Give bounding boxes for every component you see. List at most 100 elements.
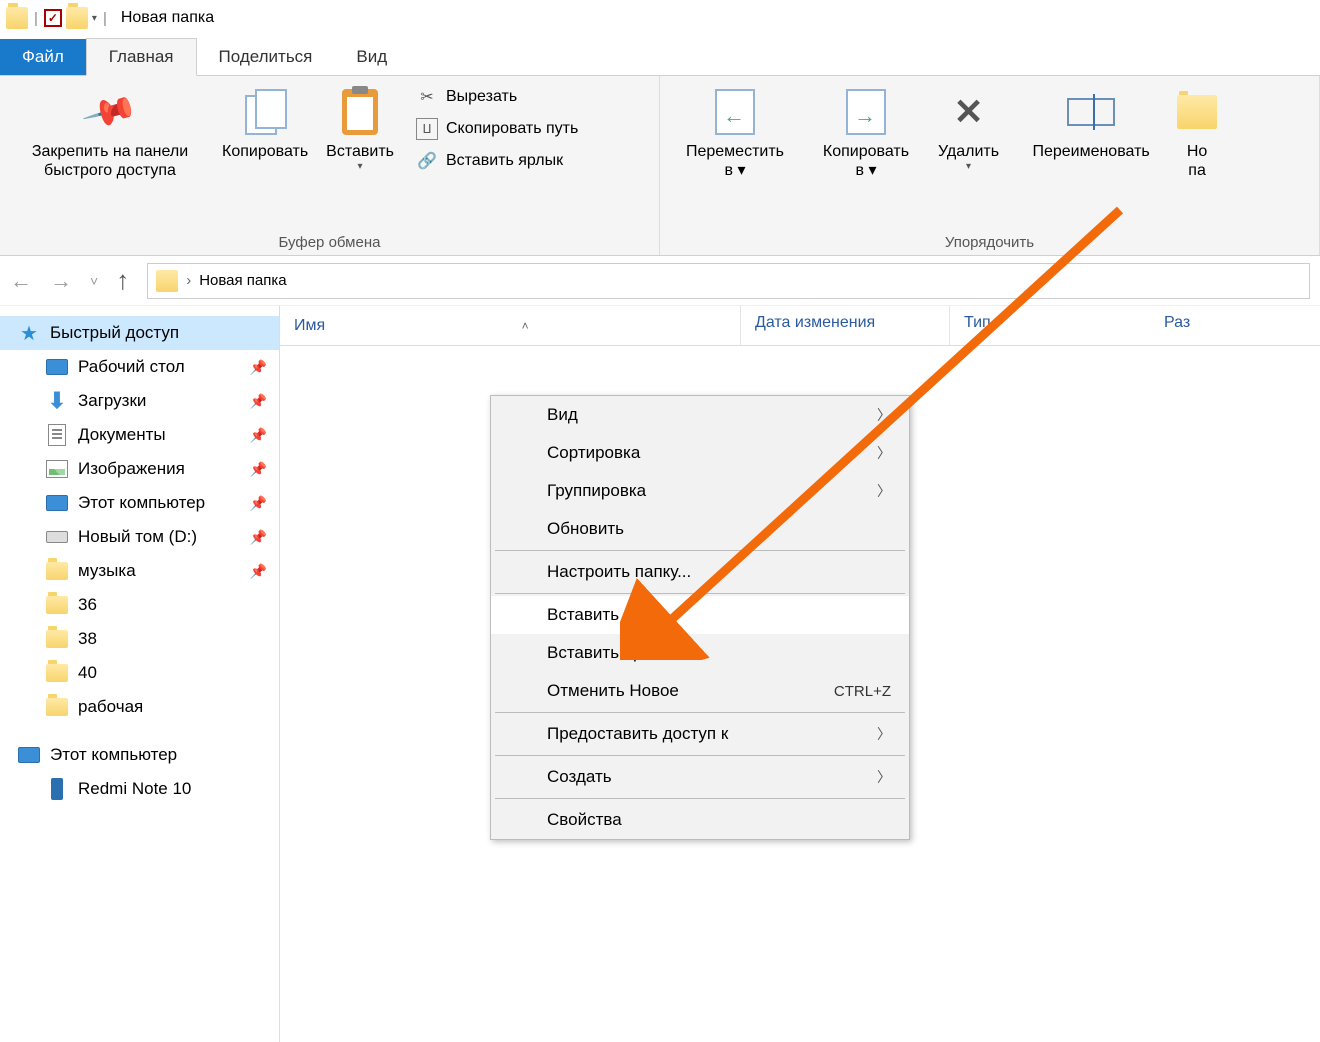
document-icon — [46, 424, 68, 446]
navigation-pane: ★ Быстрый доступ Рабочий стол 📌 ⬇ Загруз… — [0, 306, 280, 1042]
pictures-icon — [46, 458, 68, 480]
paste-shortcut-button[interactable]: 🔗 Вставить ярлык — [412, 148, 582, 174]
cm-undo[interactable]: Отменить НовоеCTRL+Z — [491, 672, 909, 710]
cm-properties[interactable]: Свойства — [491, 801, 909, 839]
qat-save-icon[interactable]: ✓ — [44, 9, 62, 27]
address-bar[interactable]: › Новая папка — [147, 263, 1310, 299]
sidebar-redmi[interactable]: Redmi Note 10 — [0, 772, 279, 806]
tab-file[interactable]: Файл — [0, 39, 86, 75]
chevron-right-icon: 〉 — [877, 767, 891, 787]
download-icon: ⬇ — [46, 390, 68, 412]
folder-icon — [46, 594, 68, 616]
pin-quick-access-button[interactable]: 📌 Закрепить на панели быстрого доступа — [10, 84, 210, 184]
cm-paste[interactable]: Вставить — [491, 596, 909, 634]
copy-button[interactable]: Копировать — [216, 84, 314, 165]
tab-view[interactable]: Вид — [334, 39, 409, 75]
sidebar-item-label: Этот компьютер — [50, 745, 177, 765]
pin-icon: 📌 — [77, 79, 143, 145]
tab-share[interactable]: Поделиться — [197, 39, 335, 75]
cm-customize[interactable]: Настроить папку... — [491, 553, 909, 591]
folder-icon — [46, 560, 68, 582]
pin-label: Закрепить на панели быстрого доступа — [32, 142, 188, 180]
new-folder-button[interactable]: Но па — [1177, 84, 1217, 184]
qat-dropdown-icon[interactable]: ▾ — [92, 13, 97, 24]
sidebar-item-label: Этот компьютер — [78, 493, 205, 513]
sidebar-downloads[interactable]: ⬇ Загрузки 📌 — [0, 384, 279, 418]
sidebar-item-label: 40 — [78, 663, 97, 683]
sidebar-music[interactable]: музыка 📌 — [0, 554, 279, 588]
sidebar-40[interactable]: 40 — [0, 656, 279, 690]
column-name[interactable]: Имя ˄ — [280, 306, 740, 345]
folder-icon — [46, 696, 68, 718]
chevron-right-icon: 〉 — [877, 443, 891, 463]
up-button[interactable]: ↑ — [116, 265, 129, 296]
chevron-right-icon: 〉 — [877, 724, 891, 744]
drive-icon — [46, 526, 68, 548]
rename-button[interactable]: Переименовать — [1011, 84, 1171, 165]
new-folder-label: Но па — [1187, 142, 1207, 180]
copy-to-icon — [842, 88, 890, 136]
move-label: Переместить в ▾ — [686, 142, 784, 180]
star-pin-icon: ★ — [18, 322, 40, 344]
cm-sort[interactable]: Сортировка〉 — [491, 434, 909, 472]
breadcrumb[interactable]: Новая папка — [199, 272, 286, 289]
sidebar-item-label: Загрузки — [78, 391, 146, 411]
cm-group[interactable]: Группировка〉 — [491, 472, 909, 510]
context-menu: Вид〉 Сортировка〉 Группировка〉 Обновить Н… — [490, 395, 910, 840]
group-clipboard: 📌 Закрепить на панели быстрого доступа К… — [0, 76, 660, 255]
sidebar-pictures[interactable]: Изображения 📌 — [0, 452, 279, 486]
sidebar-documents[interactable]: Документы 📌 — [0, 418, 279, 452]
forward-button[interactable]: → — [50, 268, 72, 294]
phone-icon — [46, 778, 68, 800]
sidebar-new-volume[interactable]: Новый том (D:) 📌 — [0, 520, 279, 554]
folder-icon — [6, 7, 28, 29]
column-size[interactable]: Раз — [1150, 306, 1320, 345]
recent-dropdown[interactable]: ˅ — [90, 273, 98, 289]
sidebar-desktop[interactable]: Рабочий стол 📌 — [0, 350, 279, 384]
move-to-button[interactable]: Переместить в ▾ — [670, 84, 800, 184]
sort-asc-icon: ˄ — [522, 319, 529, 333]
tab-home[interactable]: Главная — [86, 38, 197, 76]
copy-icon — [241, 88, 289, 136]
column-headers: Имя ˄ Дата изменения Тип Раз — [280, 306, 1320, 346]
cm-share[interactable]: Предоставить доступ к〉 — [491, 715, 909, 753]
cm-new[interactable]: Создать〉 — [491, 758, 909, 796]
cut-button[interactable]: ✂ Вырезать — [412, 84, 582, 110]
paste-label: Вставить — [326, 142, 394, 161]
folder-icon — [156, 270, 178, 292]
separator — [495, 712, 905, 713]
cm-refresh[interactable]: Обновить — [491, 510, 909, 548]
paste-shortcut-label: Вставить ярлык — [446, 152, 563, 170]
sidebar-work[interactable]: рабочая — [0, 690, 279, 724]
sidebar-item-label: 36 — [78, 595, 97, 615]
separator — [495, 798, 905, 799]
sidebar-36[interactable]: 36 — [0, 588, 279, 622]
sidebar-item-label: Быстрый доступ — [50, 323, 179, 343]
chevron-right-icon: › — [186, 272, 191, 289]
column-date[interactable]: Дата изменения — [740, 306, 950, 345]
sidebar-item-label: Новый том (D:) — [78, 527, 197, 547]
cm-paste-shortcut[interactable]: Вставить ярлык — [491, 634, 909, 672]
sidebar-quick-access[interactable]: ★ Быстрый доступ — [0, 316, 279, 350]
shortcut-label: CTRL+Z — [834, 683, 891, 700]
chevron-down-icon: ▾ — [358, 161, 363, 173]
sidebar-this-pc[interactable]: Этот компьютер 📌 — [0, 486, 279, 520]
back-button[interactable]: ← — [10, 268, 32, 294]
new-folder-icon — [1173, 88, 1221, 136]
copy-path-label: Скопировать путь — [446, 120, 578, 138]
cm-view[interactable]: Вид〉 — [491, 396, 909, 434]
cut-label: Вырезать — [446, 88, 517, 106]
sidebar-this-pc-root[interactable]: Этот компьютер — [0, 738, 279, 772]
paste-button[interactable]: Вставить ▾ — [320, 84, 400, 177]
title-bar: | ✓ ▾ | Новая папка — [0, 0, 1320, 36]
shortcut-icon: 🔗 — [416, 150, 438, 172]
delete-button[interactable]: ✕ Удалить ▾ — [932, 84, 1005, 177]
copy-to-label: Копировать в ▾ — [823, 142, 909, 180]
copy-to-button[interactable]: Копировать в ▾ — [806, 84, 926, 184]
sidebar-38[interactable]: 38 — [0, 622, 279, 656]
column-type[interactable]: Тип — [950, 306, 1150, 345]
copy-path-button[interactable]: ⵡ Скопировать путь — [412, 116, 582, 142]
pc-icon — [18, 744, 40, 766]
path-icon: ⵡ — [416, 118, 438, 140]
separator — [495, 550, 905, 551]
